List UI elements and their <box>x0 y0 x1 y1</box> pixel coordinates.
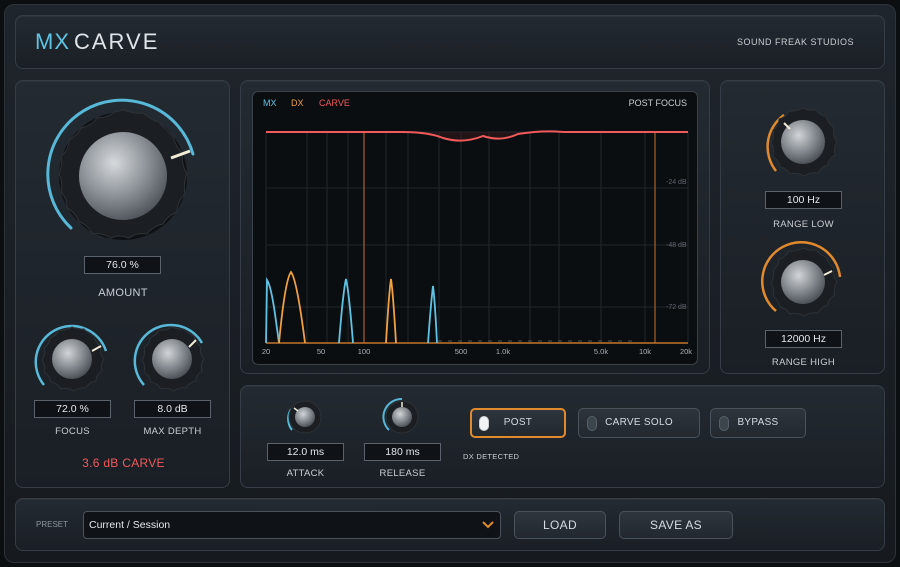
freq-label-20: 20 <box>262 347 270 356</box>
chevron-down-icon <box>482 521 494 529</box>
bypass-button-label: BYPASS <box>737 417 779 428</box>
focus-value-field[interactable]: 72.0 % <box>34 400 111 418</box>
attack-knob[interactable] <box>285 397 325 437</box>
bypass-led-icon <box>719 416 729 431</box>
range-high-value-field[interactable]: 12000 Hz <box>765 330 842 348</box>
max-depth-knob-graphic <box>133 323 205 392</box>
db-label-24: -24 dB <box>666 179 687 186</box>
freq-label-20k: 20k <box>680 347 692 356</box>
preset-bar: PRESET Current / Session LOAD SAVE AS <box>15 498 885 551</box>
save-as-button[interactable]: SAVE AS <box>619 511 733 539</box>
release-value-field[interactable]: 180 ms <box>364 443 441 461</box>
max-depth-value-field[interactable]: 8.0 dB <box>134 400 211 418</box>
preset-label: PRESET <box>36 520 69 529</box>
release-knob-graphic <box>382 397 419 434</box>
logo-mx: MX <box>35 29 70 54</box>
freq-label-500: 500 <box>455 347 468 356</box>
vendor-name: SOUND FREAK STUDIOS <box>736 37 854 47</box>
spectrum-display: MX DX CARVE POST FOCUS -24 dB -48 dB -72… <box>252 91 698 365</box>
freq-label-5k: 5.0k <box>594 347 608 356</box>
save-as-button-label: SAVE AS <box>650 518 702 532</box>
load-button-label: LOAD <box>543 518 577 532</box>
header-bar: MX CARVE SOUND FREAK STUDIOS <box>15 15 885 69</box>
freq-label-50: 50 <box>317 347 325 356</box>
post-button-label: POST <box>503 417 533 428</box>
range-low-knob-graphic <box>766 107 838 177</box>
max-depth-label: MAX DEPTH <box>143 426 202 437</box>
attack-value-field[interactable]: 12.0 ms <box>267 443 344 461</box>
logo-carve: CARVE <box>74 29 160 54</box>
post-button[interactable]: POST <box>470 408 566 438</box>
range-low-value-field[interactable]: 100 Hz <box>765 191 842 209</box>
db-label-48: -48 dB <box>666 242 687 249</box>
dx-detected-status: DX DETECTED <box>463 452 520 461</box>
freq-label-10k: 10k <box>639 347 651 356</box>
amount-label: AMOUNT <box>98 287 148 299</box>
amount-knob-graphic <box>46 98 195 240</box>
range-panel: 100 Hz RANGE LOW 12000 Hz RANGE HIGH <box>720 80 885 374</box>
range-low-label: RANGE LOW <box>773 219 834 230</box>
range-high-label: RANGE HIGH <box>771 357 836 368</box>
dynamics-panel: 12.0 ms ATTACK 180 ms RELEASE POST DX DE… <box>240 385 885 488</box>
carve-amount-readout: 3.6 dB CARVE <box>82 456 165 470</box>
post-led-icon <box>479 416 489 431</box>
preset-select-value: Current / Session <box>89 519 171 531</box>
focus-knob-graphic <box>34 324 108 392</box>
amount-value-field[interactable]: 76.0 % <box>84 256 161 274</box>
range-low-knob[interactable] <box>762 101 844 183</box>
preset-select[interactable]: Current / Session <box>83 511 501 539</box>
bypass-button[interactable]: BYPASS <box>710 408 806 438</box>
amount-knob[interactable] <box>43 96 203 256</box>
carve-solo-button-label: CARVE SOLO <box>605 417 673 428</box>
release-knob[interactable] <box>382 397 422 437</box>
range-high-knob[interactable] <box>761 241 844 323</box>
spectrum-panel: MX DX CARVE POST FOCUS -24 dB -48 dB -72… <box>240 80 710 374</box>
max-depth-knob[interactable] <box>133 321 210 397</box>
load-button[interactable]: LOAD <box>514 511 606 539</box>
focus-label: FOCUS <box>55 426 90 437</box>
carve-solo-button[interactable]: CARVE SOLO <box>578 408 700 438</box>
focus-knob[interactable] <box>34 321 110 397</box>
attack-label: ATTACK <box>286 468 325 479</box>
freq-label-100: 100 <box>358 347 371 356</box>
range-high-knob-graphic <box>761 241 842 317</box>
main-controls-panel: 76.0 % AMOUNT 72.0 % FOCUS 8.0 dB MAX DE… <box>15 80 230 488</box>
db-label-72: -72 dB <box>666 304 687 311</box>
release-label: RELEASE <box>379 468 426 479</box>
spectrum-plot: -24 dB -48 dB -72 dB 20 50 100 500 1.0k … <box>262 130 692 356</box>
freq-label-1k: 1.0k <box>496 347 510 356</box>
carve-solo-led-icon <box>587 416 597 431</box>
attack-knob-graphic <box>287 400 322 434</box>
